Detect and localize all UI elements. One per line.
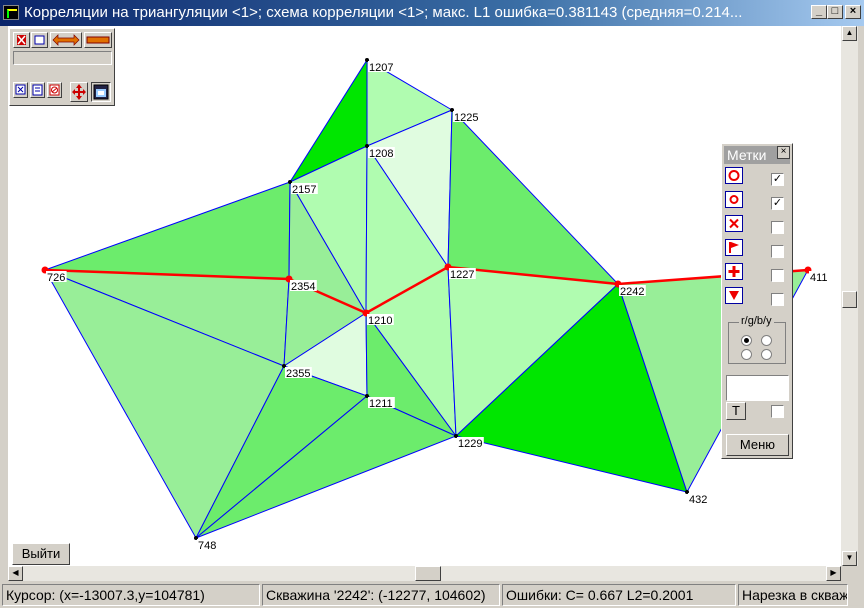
square-icon xyxy=(34,35,45,45)
bar-icon xyxy=(86,36,110,44)
cancel-button[interactable] xyxy=(47,82,62,98)
circle-icon[interactable] xyxy=(725,167,743,184)
well-label-2354: 2354 xyxy=(291,281,315,293)
app-icon xyxy=(3,5,19,20)
scroll-down-button[interactable]: ▼ xyxy=(842,551,857,566)
x-mark-checkbox[interactable] xyxy=(771,221,784,234)
x-icon[interactable] xyxy=(725,215,743,232)
marks-panel: Метки × ✓ ✓ r/g/b/y T Меню xyxy=(721,143,793,459)
view-tool-button[interactable] xyxy=(91,82,111,102)
scroll-up-button[interactable]: ▲ xyxy=(842,26,857,41)
well-label-2157: 2157 xyxy=(292,184,316,196)
window-icon xyxy=(93,84,109,100)
vertical-scroll-thumb[interactable] xyxy=(842,291,857,308)
cross-icon[interactable] xyxy=(725,263,743,280)
toolbox-field xyxy=(13,51,112,65)
window-title: Корреляции на триангуляции <1>; схема ко… xyxy=(24,4,743,21)
color-radio-group: r/g/b/y xyxy=(728,315,786,364)
color-radio-group-label: r/g/b/y xyxy=(739,315,774,327)
triangle-7 xyxy=(44,181,291,280)
radio-yellow[interactable] xyxy=(761,349,772,360)
well-status: Скважина '2242': (-12277, 104602) xyxy=(262,584,500,606)
close-layer-button[interactable] xyxy=(13,82,28,98)
flag-mark-checkbox[interactable] xyxy=(771,245,784,258)
maximize-button[interactable]: □ xyxy=(827,5,843,19)
exit-button[interactable]: Выйти xyxy=(12,543,70,565)
well-label-1207: 1207 xyxy=(369,62,393,74)
errors-status: Ошибки: C= 0.667 L2=0.2001 xyxy=(502,584,736,606)
close-button[interactable]: × xyxy=(845,5,861,19)
triangulation-map[interactable]: 1207 1225 1208 2157 726 2354 1227 2242 411 1210 23… xyxy=(8,26,841,566)
minimize-button[interactable]: _ xyxy=(811,5,827,19)
cursor-status: Курсор: (x=-13007.3,y=104781) xyxy=(2,584,260,606)
scroll-right-button[interactable]: ▶ xyxy=(826,566,841,581)
small-circle-mark-checkbox[interactable]: ✓ xyxy=(771,197,784,210)
vertical-scrollbar[interactable]: ▲ ▼ xyxy=(841,26,858,566)
delete-tool-button[interactable] xyxy=(13,32,30,48)
move-icon xyxy=(72,84,86,100)
radio-blue[interactable] xyxy=(741,349,752,360)
well-label-432: 432 xyxy=(689,494,707,506)
well-label-726: 726 xyxy=(47,272,65,284)
stretch-tool-button[interactable] xyxy=(50,32,82,48)
text-button[interactable]: T xyxy=(726,402,746,420)
well-label-1229: 1229 xyxy=(458,438,482,450)
double-arrow-icon xyxy=(52,34,80,46)
select-tool-button[interactable] xyxy=(31,32,48,48)
text-checkbox[interactable] xyxy=(771,405,784,418)
triangle-mark-checkbox[interactable] xyxy=(771,293,784,306)
radio-red[interactable] xyxy=(741,335,752,346)
delete-icon xyxy=(17,35,26,45)
document-icon xyxy=(32,84,43,96)
circle-mark-checkbox[interactable]: ✓ xyxy=(771,173,784,186)
cross-mark-checkbox[interactable] xyxy=(771,269,784,282)
label-text-input[interactable] xyxy=(726,375,789,401)
move-tool-button[interactable] xyxy=(70,82,88,102)
tool-palette xyxy=(9,28,115,106)
document-button[interactable] xyxy=(30,82,45,98)
triangle-4 xyxy=(447,108,620,285)
triangulation-canvas[interactable]: 1207 1225 1208 2157 726 2354 1227 2242 411 1210 23… xyxy=(8,26,841,566)
well-label-411: 411 xyxy=(810,272,828,284)
menu-button[interactable]: Меню xyxy=(726,434,789,456)
well-label-1225: 1225 xyxy=(454,112,478,124)
cancel-icon xyxy=(49,84,60,96)
well-label-1211: 1211 xyxy=(369,398,393,410)
well-label-1208: 1208 xyxy=(369,148,393,160)
well-label-2242: 2242 xyxy=(620,286,644,298)
radio-green[interactable] xyxy=(761,335,772,346)
well-label-2355: 2355 xyxy=(286,368,310,380)
well-label-1227: 1227 xyxy=(450,269,474,281)
well-label-748: 748 xyxy=(198,540,216,552)
line-tool-button[interactable] xyxy=(84,32,112,48)
cutting-status: Нарезка в скваж xyxy=(738,584,848,606)
status-bar: Курсор: (x=-13007.3,y=104781) Скважина '… xyxy=(0,582,864,608)
scroll-left-button[interactable]: ◀ xyxy=(8,566,23,581)
triangle-icon[interactable] xyxy=(725,287,743,304)
x-box-icon xyxy=(15,84,26,95)
marks-panel-close-button[interactable]: × xyxy=(777,146,790,159)
flag-icon[interactable] xyxy=(725,239,743,256)
small-circle-icon[interactable] xyxy=(725,191,743,208)
horizontal-scrollbar[interactable]: ◀ ▶ xyxy=(8,566,841,581)
title-bar: Корреляции на триангуляции <1>; схема ко… xyxy=(0,0,864,26)
horizontal-scroll-thumb[interactable] xyxy=(415,566,441,581)
well-label-1210: 1210 xyxy=(368,315,392,327)
